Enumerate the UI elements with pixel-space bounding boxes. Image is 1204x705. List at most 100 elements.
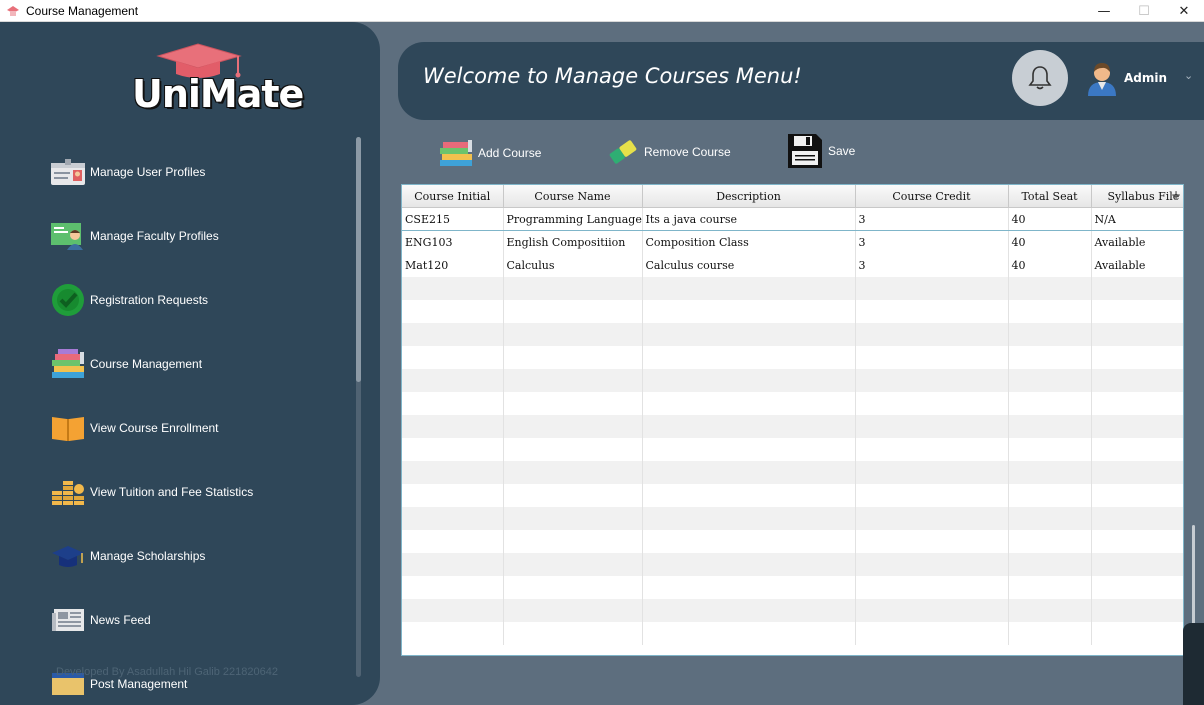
empty-table-cell[interactable] bbox=[1008, 575, 1092, 599]
empty-table-cell[interactable] bbox=[402, 483, 504, 507]
empty-table-cell[interactable] bbox=[1091, 276, 1183, 300]
empty-table-cell[interactable] bbox=[402, 299, 504, 323]
empty-table-cell[interactable] bbox=[1008, 621, 1092, 645]
chevron-down-icon[interactable]: ⌄ bbox=[1184, 69, 1193, 82]
empty-table-cell[interactable] bbox=[402, 552, 504, 576]
empty-table-cell[interactable] bbox=[402, 322, 504, 346]
empty-table-cell[interactable] bbox=[1008, 368, 1092, 392]
table-cell[interactable]: CSE215 bbox=[402, 207, 504, 231]
empty-table-cell[interactable] bbox=[1008, 414, 1092, 438]
empty-table-cell[interactable] bbox=[855, 506, 1009, 530]
empty-table-cell[interactable] bbox=[1091, 621, 1183, 645]
empty-table-cell[interactable] bbox=[1091, 552, 1183, 576]
empty-table-cell[interactable] bbox=[642, 299, 856, 323]
empty-table-cell[interactable] bbox=[503, 552, 643, 576]
empty-table-row[interactable] bbox=[402, 529, 1183, 553]
empty-table-row[interactable] bbox=[402, 552, 1183, 576]
notification-button[interactable] bbox=[1012, 50, 1068, 106]
empty-table-cell[interactable] bbox=[503, 529, 643, 553]
empty-table-cell[interactable] bbox=[1091, 483, 1183, 507]
empty-table-cell[interactable] bbox=[503, 345, 643, 369]
empty-table-cell[interactable] bbox=[503, 460, 643, 484]
empty-table-cell[interactable] bbox=[1091, 506, 1183, 530]
empty-table-row[interactable] bbox=[402, 598, 1183, 622]
empty-table-cell[interactable] bbox=[1008, 322, 1092, 346]
empty-table-cell[interactable] bbox=[642, 368, 856, 392]
empty-table-cell[interactable] bbox=[642, 414, 856, 438]
close-button[interactable]: ✕ bbox=[1164, 0, 1204, 22]
add-column-button[interactable]: + bbox=[1171, 188, 1181, 202]
user-name[interactable]: Admin bbox=[1124, 71, 1167, 85]
empty-table-cell[interactable] bbox=[503, 276, 643, 300]
empty-table-cell[interactable] bbox=[1008, 391, 1092, 415]
sidebar-item-news-feed[interactable]: News Feed bbox=[50, 600, 350, 640]
column-header-course-name[interactable]: Course Name bbox=[503, 185, 643, 208]
table-cell[interactable]: Calculus course bbox=[642, 253, 856, 277]
empty-table-cell[interactable] bbox=[642, 391, 856, 415]
empty-table-cell[interactable] bbox=[855, 368, 1009, 392]
add-course-button[interactable]: Add Course bbox=[438, 138, 541, 168]
empty-table-cell[interactable] bbox=[642, 322, 856, 346]
empty-table-cell[interactable] bbox=[642, 345, 856, 369]
empty-table-cell[interactable] bbox=[855, 598, 1009, 622]
empty-table-cell[interactable] bbox=[642, 460, 856, 484]
table-row[interactable]: ENG103 English Compositiion Composition … bbox=[402, 230, 1183, 254]
empty-table-row[interactable] bbox=[402, 506, 1183, 530]
empty-table-cell[interactable] bbox=[402, 368, 504, 392]
sidebar-item-view-tuition-fee-statistics[interactable]: View Tuition and Fee Statistics bbox=[50, 472, 350, 512]
table-cell[interactable]: N/A bbox=[1091, 207, 1183, 231]
empty-table-row[interactable] bbox=[402, 460, 1183, 484]
empty-table-cell[interactable] bbox=[503, 621, 643, 645]
empty-table-cell[interactable] bbox=[855, 299, 1009, 323]
empty-table-cell[interactable] bbox=[855, 345, 1009, 369]
empty-table-cell[interactable] bbox=[402, 621, 504, 645]
empty-table-cell[interactable] bbox=[1091, 345, 1183, 369]
empty-table-cell[interactable] bbox=[1091, 598, 1183, 622]
table-row[interactable]: CSE215 Programming Language II Its a jav… bbox=[402, 207, 1183, 231]
empty-table-cell[interactable] bbox=[1008, 483, 1092, 507]
empty-table-cell[interactable] bbox=[855, 621, 1009, 645]
empty-table-cell[interactable] bbox=[402, 276, 504, 300]
table-cell[interactable]: 3 bbox=[855, 253, 1009, 277]
column-header-description[interactable]: Description bbox=[642, 185, 856, 208]
empty-table-cell[interactable] bbox=[402, 345, 504, 369]
empty-table-cell[interactable] bbox=[503, 575, 643, 599]
side-panel-tab[interactable] bbox=[1183, 623, 1204, 705]
column-header-course-initial[interactable]: Course Initial bbox=[402, 185, 504, 208]
empty-table-cell[interactable] bbox=[1091, 414, 1183, 438]
empty-table-cell[interactable] bbox=[1091, 575, 1183, 599]
remove-course-button[interactable]: Remove Course bbox=[606, 136, 731, 168]
empty-table-cell[interactable] bbox=[1091, 368, 1183, 392]
empty-table-cell[interactable] bbox=[402, 414, 504, 438]
empty-table-cell[interactable] bbox=[855, 552, 1009, 576]
empty-table-row[interactable] bbox=[402, 299, 1183, 323]
empty-table-cell[interactable] bbox=[855, 460, 1009, 484]
empty-table-cell[interactable] bbox=[503, 483, 643, 507]
empty-table-cell[interactable] bbox=[1091, 460, 1183, 484]
empty-table-cell[interactable] bbox=[855, 575, 1009, 599]
empty-table-row[interactable] bbox=[402, 621, 1183, 645]
empty-table-cell[interactable] bbox=[855, 437, 1009, 461]
sidebar-item-manage-user-profiles[interactable]: Manage User Profiles bbox=[50, 152, 350, 192]
empty-table-cell[interactable] bbox=[1008, 437, 1092, 461]
empty-table-cell[interactable] bbox=[503, 391, 643, 415]
empty-table-row[interactable] bbox=[402, 368, 1183, 392]
empty-table-cell[interactable] bbox=[503, 299, 643, 323]
sidebar-item-manage-faculty-profiles[interactable]: Manage Faculty Profiles bbox=[50, 216, 350, 256]
table-cell[interactable]: 40 bbox=[1008, 230, 1092, 254]
empty-table-cell[interactable] bbox=[855, 322, 1009, 346]
table-row[interactable]: Mat120 Calculus Calculus course 3 40 Ava… bbox=[402, 253, 1183, 277]
empty-table-cell[interactable] bbox=[402, 529, 504, 553]
table-cell[interactable]: 3 bbox=[855, 207, 1009, 231]
empty-table-cell[interactable] bbox=[503, 598, 643, 622]
empty-table-row[interactable] bbox=[402, 276, 1183, 300]
table-cell[interactable]: Calculus bbox=[503, 253, 643, 277]
empty-table-cell[interactable] bbox=[402, 506, 504, 530]
table-cell[interactable]: 40 bbox=[1008, 253, 1092, 277]
empty-table-cell[interactable] bbox=[1008, 506, 1092, 530]
empty-table-cell[interactable] bbox=[642, 506, 856, 530]
table-cell[interactable]: 40 bbox=[1008, 207, 1092, 231]
main-scrollbar-thumb[interactable] bbox=[1192, 525, 1195, 625]
empty-table-row[interactable] bbox=[402, 437, 1183, 461]
table-cell[interactable]: Composition Class bbox=[642, 230, 856, 254]
